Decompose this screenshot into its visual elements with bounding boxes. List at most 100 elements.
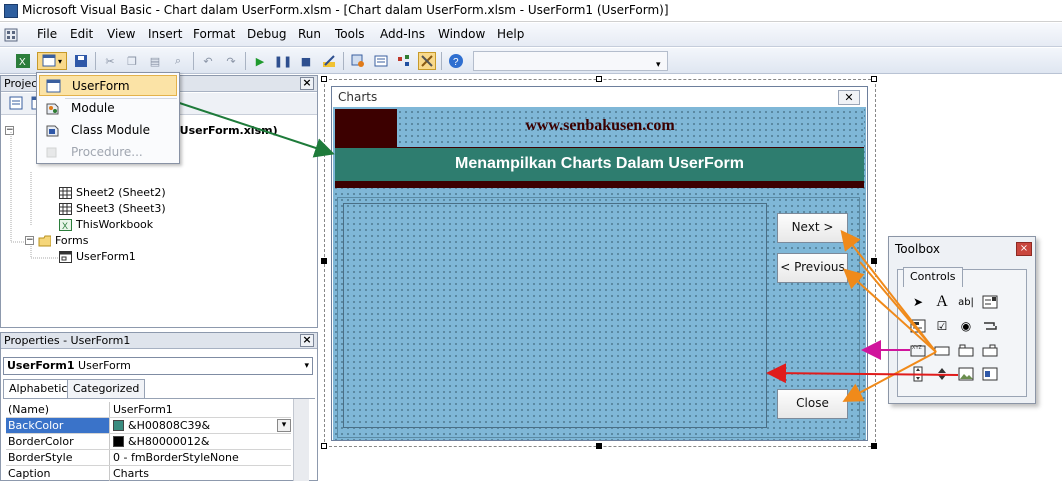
close-icon[interactable]: × — [300, 77, 314, 90]
insert-dropdown-menu: UserForm Module Class Module Procedure..… — [36, 72, 180, 164]
multipage-icon[interactable] — [981, 341, 999, 359]
menu-run[interactable]: Run — [298, 27, 321, 41]
tab-alphabetic[interactable]: Alphabetic — [3, 379, 74, 398]
tabstrip-icon[interactable] — [957, 341, 975, 359]
redo-icon[interactable]: ↷ — [222, 52, 240, 70]
toolbox-toggle-icon[interactable] — [418, 52, 436, 70]
toolbar-options-icon[interactable]: ▾ — [656, 60, 661, 70]
properties-header: Properties - UserForm1 — [1, 333, 317, 349]
resize-handle[interactable] — [321, 258, 327, 264]
menu-insert[interactable]: Insert — [148, 27, 182, 41]
menu-view[interactable]: View — [107, 27, 135, 41]
properties-window: Properties - UserForm1 × UserForm1 UserF… — [0, 332, 318, 481]
label-icon[interactable]: A — [933, 293, 951, 311]
resize-handle[interactable] — [596, 76, 602, 82]
object-name: UserForm1 — [7, 359, 75, 372]
property-row[interactable]: BorderStyle 0 - fmBorderStyleNone — [6, 450, 291, 466]
property-name: BackColor — [6, 418, 110, 433]
chart-image-frame[interactable] — [343, 203, 767, 428]
menu-item-module[interactable]: Module — [39, 98, 177, 119]
tab-controls[interactable]: Controls — [903, 267, 963, 287]
properties-scrollbar[interactable] — [293, 399, 309, 481]
resize-handle[interactable] — [321, 76, 327, 82]
project-explorer-icon[interactable] — [349, 52, 367, 70]
menu-debug[interactable]: Debug — [247, 27, 286, 41]
toolbox-window[interactable]: Toolbox × Controls ➤ A ab| ☑ ◉ XYZ — [888, 236, 1036, 404]
reset-icon[interactable]: ■ — [297, 52, 315, 70]
menu-window[interactable]: Window — [438, 27, 485, 41]
menu-help[interactable]: Help — [497, 27, 524, 41]
help-icon[interactable]: ? — [447, 52, 465, 70]
checkbox-icon[interactable]: ☑ — [933, 317, 951, 335]
properties-window-icon[interactable] — [372, 52, 390, 70]
toolbox-title: Toolbox — [895, 242, 940, 256]
menu-file[interactable]: File — [37, 27, 57, 41]
save-icon[interactable] — [72, 52, 90, 70]
close-button[interactable]: Close — [777, 389, 848, 419]
property-row[interactable]: BorderColor &H80000012& — [6, 434, 291, 450]
resize-handle[interactable] — [871, 443, 877, 449]
copy-icon[interactable]: ❐ — [123, 52, 141, 70]
menu-bar: File Edit View Insert Format Debug Run T… — [0, 23, 1062, 47]
menu-edit[interactable]: Edit — [70, 27, 93, 41]
design-mode-icon[interactable] — [320, 52, 338, 70]
svg-text:XYZ: XYZ — [912, 345, 922, 351]
menu-item-class-module[interactable]: Class Module — [39, 120, 177, 141]
undo-icon[interactable]: ↶ — [199, 52, 217, 70]
toolbar-separator — [193, 52, 194, 70]
menu-item-userform[interactable]: UserForm — [39, 75, 177, 96]
paste-icon[interactable]: ▤ — [146, 52, 164, 70]
refedit-icon[interactable] — [981, 365, 999, 383]
view-code-icon[interactable] — [9, 96, 23, 110]
project-name: n UserForm.xlsm) — [168, 124, 278, 137]
insert-userform-button[interactable]: ▾ — [37, 52, 67, 70]
next-button[interactable]: Next > — [777, 213, 848, 243]
run-icon[interactable]: ▶ — [251, 52, 269, 70]
close-icon[interactable]: ✕ — [838, 90, 860, 105]
resize-handle[interactable] — [321, 443, 327, 449]
tab-categorized[interactable]: Categorized — [67, 379, 146, 398]
listbox-icon[interactable] — [909, 317, 927, 335]
module-icon — [46, 103, 59, 115]
object-selector[interactable]: UserForm1 UserForm ▾ — [3, 357, 313, 375]
close-icon[interactable]: × — [300, 334, 314, 347]
view-excel-icon[interactable]: X — [14, 52, 32, 70]
menu-item-label: Class Module — [71, 123, 151, 137]
togglebutton-icon[interactable] — [981, 317, 999, 335]
property-value: Charts — [113, 467, 149, 480]
break-icon[interactable]: ❚❚ — [274, 52, 292, 70]
property-row[interactable]: BackColor &H00808C39& ▾ — [6, 418, 291, 434]
scrollbar-icon[interactable] — [909, 365, 927, 383]
resize-handle[interactable] — [596, 443, 602, 449]
menu-item-label: Module — [71, 101, 115, 115]
cut-icon[interactable]: ✂ — [101, 52, 119, 70]
menu-item-procedure[interactable]: Procedure... — [39, 142, 177, 163]
image-icon[interactable] — [957, 365, 975, 383]
website-label[interactable]: www.senbakusen.com — [490, 117, 710, 135]
toolbar-separator — [343, 52, 344, 70]
menu-add-ins[interactable]: Add-Ins — [380, 27, 425, 41]
property-value: &H80000012& — [128, 435, 210, 448]
resize-handle[interactable] — [871, 76, 877, 82]
combobox-icon[interactable] — [981, 293, 999, 311]
select-objects-icon[interactable]: ➤ — [909, 293, 927, 311]
object-type: UserForm — [78, 359, 131, 372]
commandbutton-icon[interactable] — [933, 341, 951, 359]
spinbutton-icon[interactable] — [933, 365, 951, 383]
frame-icon[interactable]: XYZ — [909, 341, 927, 359]
property-row[interactable]: Caption Charts — [6, 466, 291, 481]
property-row[interactable]: (Name) UserForm1 — [6, 402, 291, 418]
menu-tools[interactable]: Tools — [335, 27, 365, 41]
textbox-icon[interactable]: ab| — [957, 293, 975, 311]
optionbutton-icon[interactable]: ◉ — [957, 317, 975, 335]
chevron-down-icon[interactable]: ▾ — [277, 419, 291, 432]
close-icon[interactable]: × — [1016, 242, 1032, 256]
standard-toolbar: X ▾ ✂ ❐ ▤ ⌕ ↶ ↷ ▶ ❚❚ ■ ? ▾ — [0, 48, 1062, 74]
property-name: Caption — [6, 466, 110, 481]
find-icon[interactable]: ⌕ — [169, 52, 187, 70]
menu-format[interactable]: Format — [193, 27, 235, 41]
object-browser-icon[interactable] — [395, 52, 413, 70]
heading-label[interactable]: Menampilkan Charts Dalam UserForm — [335, 155, 864, 173]
previous-button[interactable]: < Previous — [777, 253, 848, 283]
resize-handle[interactable] — [871, 258, 877, 264]
